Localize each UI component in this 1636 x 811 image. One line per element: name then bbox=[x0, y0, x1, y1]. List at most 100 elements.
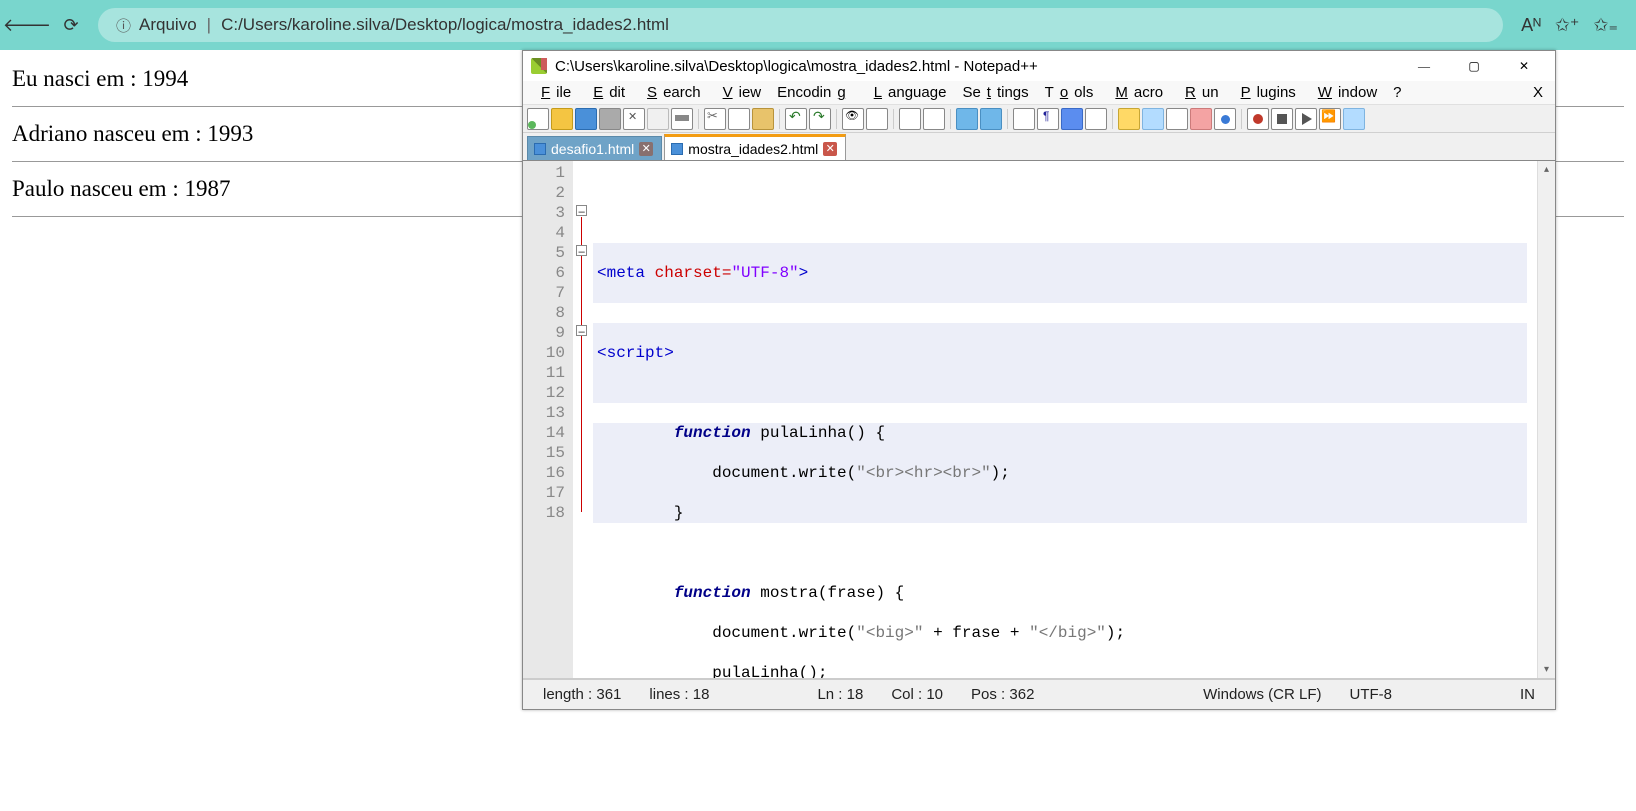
function-list-icon[interactable] bbox=[1118, 108, 1140, 130]
sync-v-icon[interactable] bbox=[956, 108, 978, 130]
menu-encoding[interactable]: Encoding bbox=[771, 84, 858, 101]
sync-h-icon[interactable] bbox=[980, 108, 1002, 130]
window-title: C:\Users\karoline.silva\Desktop\logica\m… bbox=[555, 58, 1038, 75]
info-icon: ⓘ bbox=[116, 15, 131, 36]
scroll-down-icon[interactable]: ▾ bbox=[1541, 664, 1552, 675]
undo-icon[interactable] bbox=[785, 108, 807, 130]
tab-desafio1[interactable]: desafio1.html ✕ bbox=[527, 136, 662, 160]
fold-column[interactable] bbox=[573, 161, 593, 678]
folder-workspace-icon[interactable] bbox=[1190, 108, 1212, 130]
show-chars-icon[interactable] bbox=[1037, 108, 1059, 130]
code-view[interactable]: <meta charset="UTF-8"> <script> function… bbox=[593, 161, 1537, 678]
save-all-icon[interactable] bbox=[599, 108, 621, 130]
play-macro-icon[interactable] bbox=[1295, 108, 1317, 130]
monitor-icon[interactable] bbox=[1214, 108, 1236, 130]
save-macro-icon[interactable] bbox=[1343, 108, 1365, 130]
add-favorite-icon[interactable]: ✩⁺ bbox=[1555, 15, 1580, 36]
stop-macro-icon[interactable] bbox=[1271, 108, 1293, 130]
cut-icon[interactable] bbox=[704, 108, 726, 130]
toolbar bbox=[523, 105, 1555, 133]
tab-save-icon bbox=[671, 143, 683, 155]
maximize-button[interactable]: ▢ bbox=[1451, 52, 1497, 80]
menu-edit[interactable]: Edit bbox=[581, 84, 631, 101]
status-ln: Ln : 18 bbox=[803, 686, 877, 703]
menu-plugins[interactable]: Plugins bbox=[1229, 84, 1302, 101]
print-icon[interactable] bbox=[671, 108, 693, 130]
udl-icon[interactable] bbox=[1085, 108, 1107, 130]
zoom-in-icon[interactable] bbox=[899, 108, 921, 130]
menu-help[interactable]: ? bbox=[1387, 84, 1407, 101]
toolbar-separator bbox=[950, 109, 951, 129]
status-bar: length : 361 lines : 18 Ln : 18 Col : 10… bbox=[523, 679, 1555, 709]
status-pos: Pos : 362 bbox=[957, 686, 1048, 703]
url-separator: | bbox=[207, 15, 211, 35]
paste-icon[interactable] bbox=[752, 108, 774, 130]
tab-mostra-idades2[interactable]: mostra_idades2.html ✕ bbox=[664, 134, 846, 160]
tab-label: mostra_idades2.html bbox=[688, 141, 818, 157]
close-window-button[interactable]: ✕ bbox=[1501, 52, 1547, 80]
wrap-icon[interactable] bbox=[1013, 108, 1035, 130]
vertical-scrollbar[interactable]: ▴ ▾ bbox=[1537, 161, 1555, 678]
redo-icon[interactable] bbox=[809, 108, 831, 130]
toolbar-separator bbox=[836, 109, 837, 129]
open-file-icon[interactable] bbox=[551, 108, 573, 130]
scroll-up-icon[interactable]: ▴ bbox=[1541, 164, 1552, 175]
browser-toolbar: 🡐 ⟳ ⓘ Arquivo | C:/Users/karoline.silva/… bbox=[0, 0, 1636, 50]
record-macro-icon[interactable] bbox=[1247, 108, 1269, 130]
replace-icon[interactable] bbox=[866, 108, 888, 130]
notepadpp-icon bbox=[531, 58, 547, 74]
menu-language[interactable]: Language bbox=[862, 84, 953, 101]
tab-close-icon[interactable]: ✕ bbox=[823, 142, 837, 156]
tab-label: desafio1.html bbox=[551, 141, 634, 157]
new-file-icon[interactable] bbox=[527, 108, 549, 130]
tab-save-icon bbox=[534, 143, 546, 155]
find-icon[interactable] bbox=[842, 108, 864, 130]
toolbar-separator bbox=[1007, 109, 1008, 129]
toolbar-separator bbox=[779, 109, 780, 129]
line-number-gutter: 12 34 56 78 910 1112 1314 1516 1718 bbox=[523, 161, 573, 678]
doc-map-icon[interactable] bbox=[1142, 108, 1164, 130]
close-all-icon[interactable] bbox=[647, 108, 669, 130]
menu-file[interactable]: File bbox=[529, 84, 577, 101]
fold-toggle-icon[interactable] bbox=[576, 205, 587, 216]
play-multi-icon[interactable] bbox=[1319, 108, 1341, 130]
save-icon[interactable] bbox=[575, 108, 597, 130]
refresh-button[interactable]: ⟳ bbox=[54, 10, 88, 40]
menu-macro[interactable]: Macro bbox=[1103, 84, 1169, 101]
toolbar-separator bbox=[1241, 109, 1242, 129]
status-eol[interactable]: Windows (CR LF) bbox=[1189, 686, 1335, 703]
fold-toggle-icon[interactable] bbox=[576, 245, 587, 256]
menu-window[interactable]: Window bbox=[1306, 84, 1383, 101]
editor-area[interactable]: 12 34 56 78 910 1112 1314 1516 1718 <met… bbox=[523, 161, 1555, 679]
minimize-button[interactable]: — bbox=[1401, 52, 1447, 80]
menu-settings[interactable]: Settings bbox=[956, 84, 1034, 101]
menu-tools[interactable]: Tools bbox=[1039, 84, 1100, 101]
menu-view[interactable]: View bbox=[711, 84, 768, 101]
toolbar-separator bbox=[1112, 109, 1113, 129]
read-aloud-icon[interactable]: Aᴺ bbox=[1521, 15, 1541, 36]
address-bar[interactable]: ⓘ Arquivo | C:/Users/karoline.silva/Desk… bbox=[98, 8, 1503, 42]
doc-list-icon[interactable] bbox=[1166, 108, 1188, 130]
window-titlebar[interactable]: C:\Users\karoline.silva\Desktop\logica\m… bbox=[523, 51, 1555, 81]
fold-toggle-icon[interactable] bbox=[576, 325, 587, 336]
status-encoding[interactable]: UTF-8 bbox=[1336, 686, 1407, 703]
close-file-icon[interactable] bbox=[623, 108, 645, 130]
menu-run[interactable]: Run bbox=[1173, 84, 1225, 101]
url-scheme-label: Arquivo bbox=[139, 15, 197, 35]
status-lines: lines : 18 bbox=[635, 686, 723, 703]
indent-guide-icon[interactable] bbox=[1061, 108, 1083, 130]
back-button[interactable]: 🡐 bbox=[10, 10, 44, 40]
status-insert-mode[interactable]: IN bbox=[1506, 686, 1549, 703]
zoom-out-icon[interactable] bbox=[923, 108, 945, 130]
tab-close-icon[interactable]: ✕ bbox=[639, 142, 653, 156]
favorites-icon[interactable]: ✩₌ bbox=[1593, 15, 1618, 36]
menu-close-doc[interactable]: X bbox=[1527, 84, 1549, 101]
toolbar-separator bbox=[893, 109, 894, 129]
url-path: C:/Users/karoline.silva/Desktop/logica/m… bbox=[221, 15, 669, 35]
copy-icon[interactable] bbox=[728, 108, 750, 130]
toolbar-separator bbox=[698, 109, 699, 129]
status-col: Col : 10 bbox=[877, 686, 957, 703]
status-length: length : 361 bbox=[529, 686, 635, 703]
tab-bar: desafio1.html ✕ mostra_idades2.html ✕ bbox=[523, 133, 1555, 161]
menu-search[interactable]: Search bbox=[635, 84, 707, 101]
